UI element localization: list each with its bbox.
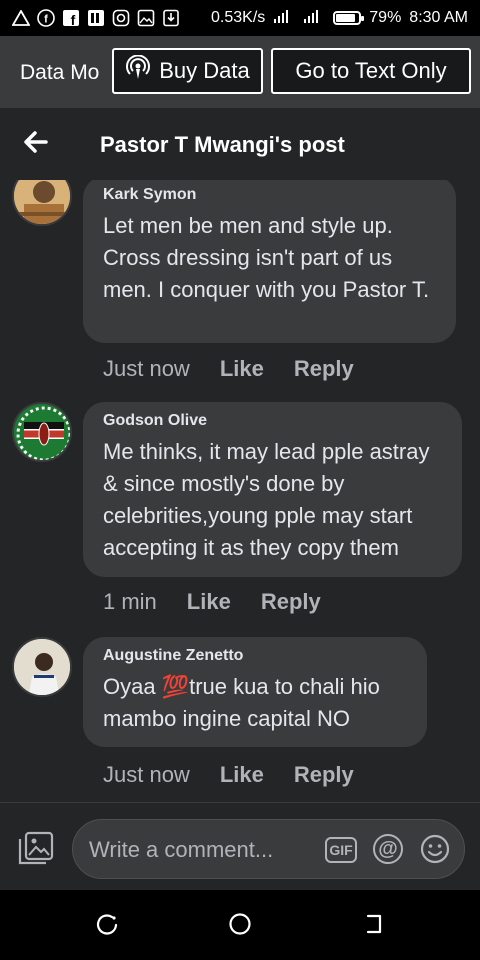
battery-percent: 79% xyxy=(369,9,402,26)
text-only-button[interactable]: Go to Text Only xyxy=(271,48,471,94)
signal-icon xyxy=(273,9,295,28)
comment-author[interactable]: Godson Olive xyxy=(103,412,442,430)
comment-bubble[interactable]: Godson Olive Me thinks, it may lead pple… xyxy=(83,402,462,577)
comment-actions: 1 min Like Reply xyxy=(103,589,321,615)
comment-author[interactable]: Augustine Zenetto xyxy=(103,647,407,665)
back-arrow-icon[interactable] xyxy=(22,128,50,156)
comment-bubble[interactable]: Augustine Zenetto Oyaa 💯true kua to chal… xyxy=(83,637,427,747)
status-bar: f f 0.53K/s 79% 8:30 AM xyxy=(0,0,480,36)
reply-button[interactable]: Reply xyxy=(294,356,354,382)
page-title: Pastor T Mwangi's post xyxy=(100,132,345,157)
alert-triangle-icon xyxy=(12,9,30,27)
gallery-icon xyxy=(137,9,155,27)
like-button[interactable]: Like xyxy=(220,356,264,382)
comment-actions: Just now Like Reply xyxy=(103,762,354,788)
recent-apps-icon[interactable] xyxy=(96,912,120,936)
notification-icons: f f xyxy=(12,9,180,27)
comment-time[interactable]: Just now xyxy=(103,762,190,788)
add-photo-icon[interactable] xyxy=(18,831,54,865)
buy-data-label: Buy Data xyxy=(159,58,250,83)
svg-text:f: f xyxy=(71,12,76,27)
network-speed: 0.53K/s xyxy=(211,9,266,26)
comment-text: Oyaa 💯true kua to chali hio mambo ingine… xyxy=(103,674,380,731)
mention-button[interactable]: @ xyxy=(373,834,403,864)
comment-author[interactable]: Kark Symon xyxy=(103,186,436,204)
instagram-icon xyxy=(112,9,130,27)
buy-data-button[interactable]: Buy Data xyxy=(112,48,263,94)
comment-text: Let men be men and style up. Cross dress… xyxy=(103,213,430,302)
comment-bubble[interactable]: Kark Symon Let men be men and style up. … xyxy=(83,180,456,343)
facebook-icon: f xyxy=(62,9,80,27)
download-icon xyxy=(162,9,180,27)
data-mode-bar: Data Mo Buy Data Go to Text Only xyxy=(0,36,480,108)
comment-time[interactable]: 1 min xyxy=(103,589,157,615)
like-button[interactable]: Like xyxy=(187,589,231,615)
avatar[interactable] xyxy=(12,180,72,226)
like-button[interactable]: Like xyxy=(220,762,264,788)
system-status: 0.53K/s 79% 8:30 AM xyxy=(211,9,468,28)
home-icon[interactable] xyxy=(228,912,252,936)
signal-secondary-icon xyxy=(303,9,325,28)
emoji-icon[interactable] xyxy=(420,834,450,864)
broadcast-icon xyxy=(125,54,151,87)
comment-text: Me thinks, it may lead pple astray & sin… xyxy=(103,439,430,560)
battery-icon xyxy=(333,11,365,25)
svg-text:f: f xyxy=(44,14,48,26)
clock: 8:30 AM xyxy=(409,9,468,26)
post-header: Pastor T Mwangi's post xyxy=(0,108,480,180)
comment-input[interactable]: Write a comment... GIF @ xyxy=(72,819,465,879)
gif-button[interactable]: GIF xyxy=(325,837,357,863)
comment-composer: Write a comment... GIF @ xyxy=(0,802,480,890)
comment-placeholder: Write a comment... xyxy=(89,837,274,862)
reply-button[interactable]: Reply xyxy=(261,589,321,615)
facebook-lite-icon xyxy=(87,9,105,27)
system-nav-bar xyxy=(0,890,480,960)
comment-time[interactable]: Just now xyxy=(103,356,190,382)
back-nav-icon[interactable] xyxy=(362,912,386,936)
facebook-circle-icon: f xyxy=(37,9,55,27)
comment-actions: Just now Like Reply xyxy=(103,356,354,382)
data-mode-label: Data Mo xyxy=(20,61,100,84)
reply-button[interactable]: Reply xyxy=(294,762,354,788)
comments-list[interactable]: Kark Symon Let men be men and style up. … xyxy=(0,180,480,802)
avatar[interactable] xyxy=(12,402,72,462)
avatar[interactable] xyxy=(12,637,72,697)
